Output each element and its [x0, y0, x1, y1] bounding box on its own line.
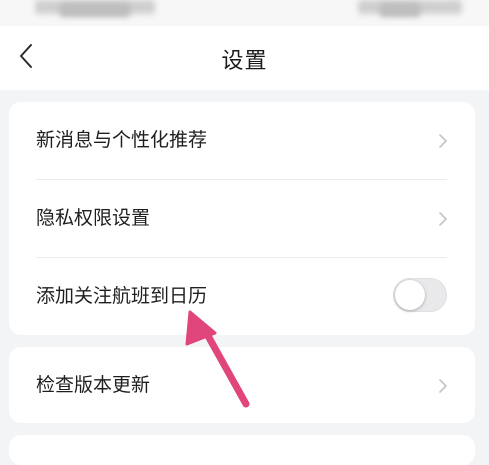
setting-label: 新消息与个性化推荐: [36, 129, 208, 151]
add-flights-to-calendar-toggle[interactable]: [393, 278, 447, 312]
chevron-right-icon: [439, 212, 447, 226]
chevron-right-icon: [439, 379, 447, 393]
chevron-right-icon: [439, 134, 447, 148]
status-bar-right-blurred-detail: [380, 3, 420, 17]
settings-card-partial: [9, 435, 475, 465]
setting-row-notifications-personalization[interactable]: 新消息与个性化推荐: [9, 102, 475, 179]
setting-row-check-updates[interactable]: 检查版本更新: [9, 347, 475, 423]
status-bar: [0, 0, 489, 26]
settings-card-updates: 检查版本更新: [9, 347, 475, 423]
navigation-header: 设置: [0, 26, 489, 90]
toggle-knob: [395, 280, 425, 310]
setting-row-add-flights-to-calendar: 添加关注航班到日历: [9, 258, 475, 335]
page-title: 设置: [221, 49, 268, 74]
setting-label: 添加关注航班到日历: [36, 285, 208, 307]
setting-row-privacy-permissions[interactable]: 隐私权限设置: [9, 180, 475, 257]
setting-label: 隐私权限设置: [36, 207, 151, 229]
settings-card-general: 新消息与个性化推荐 隐私权限设置 添加关注航班到日历: [9, 102, 475, 335]
status-bar-left-blurred-detail: [60, 3, 130, 17]
setting-label: 检查版本更新: [36, 374, 151, 396]
